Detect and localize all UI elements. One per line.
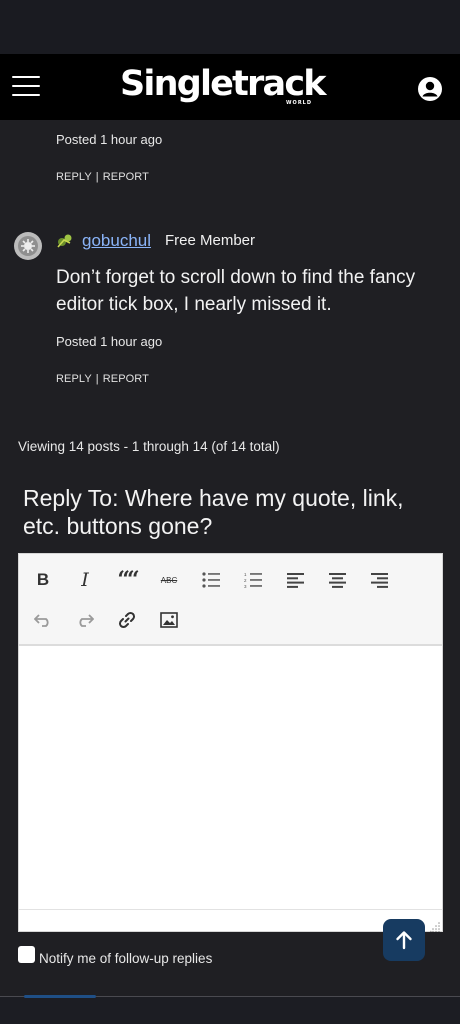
action-separator: |	[95, 171, 99, 183]
reply-editor: B I ““ ABC 1 2 3	[18, 553, 443, 933]
post-actions: REPLY | REPORT	[56, 171, 149, 183]
post-timestamp: Posted 1 hour ago	[56, 334, 163, 349]
align-right-icon[interactable]	[365, 566, 393, 594]
redo-icon[interactable]	[71, 606, 99, 634]
numbered-list-icon[interactable]: 1 2 3	[239, 566, 267, 594]
strikethrough-icon[interactable]: ABC	[155, 566, 183, 594]
status-bar	[0, 0, 460, 54]
menu-icon[interactable]	[12, 76, 40, 98]
svg-text:1: 1	[244, 572, 247, 577]
notify-label[interactable]: Notify me of follow-up replies	[39, 951, 212, 966]
scroll-to-top-button[interactable]	[383, 919, 425, 961]
notify-checkbox[interactable]	[18, 946, 35, 963]
notify-option: Notify me of follow-up replies	[18, 943, 212, 966]
site-logo[interactable]: Singletrack WORLD	[120, 64, 327, 110]
undo-icon[interactable]	[29, 606, 57, 634]
post-actions: REPLY | REPORT	[56, 373, 149, 385]
author-small-avatar[interactable]	[56, 231, 74, 249]
logo-subtext: WORLD	[286, 100, 312, 106]
blockquote-icon[interactable]: ““	[113, 566, 141, 594]
resize-handle-icon[interactable]	[430, 919, 440, 933]
image-icon[interactable]	[155, 606, 183, 634]
avatar[interactable]	[14, 232, 42, 260]
reply-link[interactable]: REPLY	[56, 373, 92, 385]
avatar-image	[18, 236, 38, 256]
report-link[interactable]: REPORT	[103, 373, 149, 385]
align-center-icon[interactable]	[323, 566, 351, 594]
pagination-count: Viewing 14 posts - 1 through 14 (of 14 t…	[18, 439, 280, 454]
italic-icon[interactable]: I	[71, 566, 99, 594]
svg-text:2: 2	[244, 578, 247, 583]
bold-icon[interactable]: B	[29, 566, 57, 594]
editor-toolbar: B I ““ ABC 1 2 3	[19, 554, 442, 646]
logo-text: Singletrack	[120, 64, 327, 104]
bullet-list-icon[interactable]	[197, 566, 225, 594]
bottom-bar	[0, 997, 460, 1024]
align-left-icon[interactable]	[281, 566, 309, 594]
report-link[interactable]: REPORT	[103, 171, 149, 183]
action-separator: |	[95, 373, 99, 385]
author-link[interactable]: gobuchul	[82, 231, 151, 251]
submit-button-edge[interactable]	[24, 995, 96, 998]
reply-link[interactable]: REPLY	[56, 171, 92, 183]
account-icon[interactable]	[417, 76, 443, 102]
post-timestamp: Posted 1 hour ago	[56, 132, 163, 147]
editor-statusbar	[19, 909, 442, 933]
post-content: Don’t forget to scroll down to find the …	[56, 267, 416, 315]
link-icon[interactable]	[113, 606, 141, 634]
svg-text:3: 3	[244, 584, 247, 588]
arrow-up-icon	[396, 931, 412, 950]
site-header: Singletrack WORLD	[0, 54, 460, 120]
editor-text-area[interactable]	[19, 646, 442, 909]
reply-form-title: Reply To: Where have my quote, link, etc…	[23, 485, 404, 539]
member-type: Free Member	[165, 232, 256, 249]
